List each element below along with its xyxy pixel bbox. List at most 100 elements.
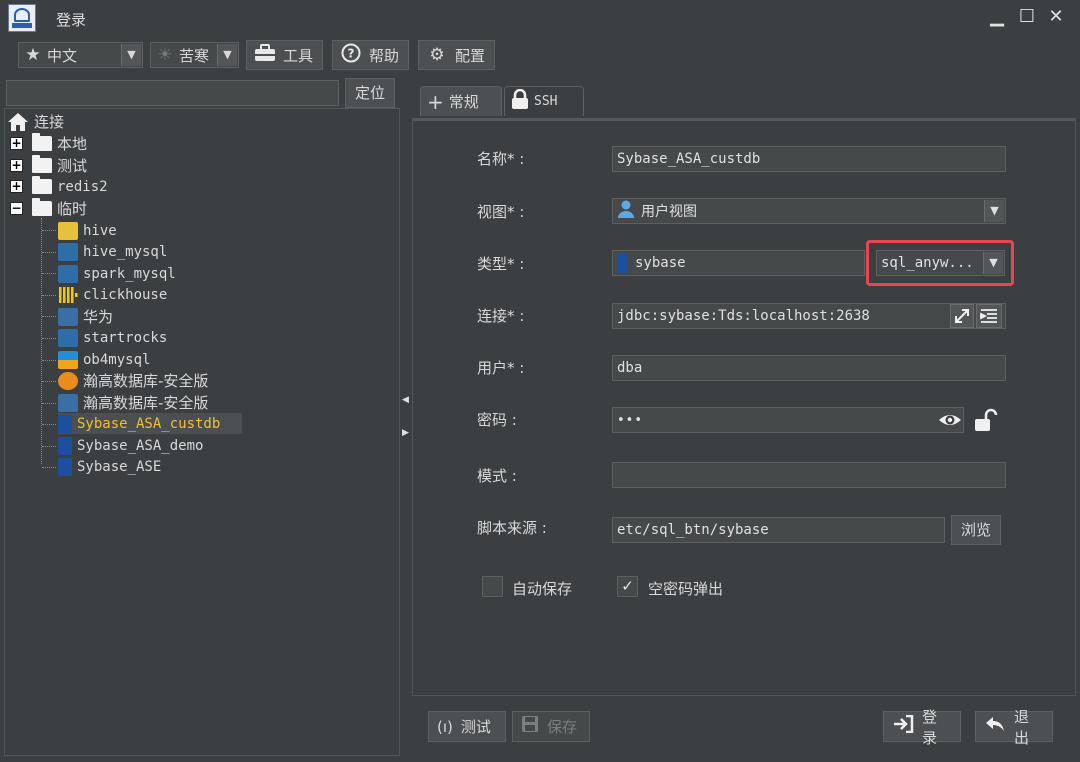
tree-connection[interactable]: startrocks [58, 327, 167, 348]
exit-label: 退出 [1014, 707, 1030, 747]
language-select[interactable]: ★ 中文 ▼ [18, 42, 143, 68]
autosave-checkbox[interactable] [482, 576, 503, 597]
tree-folder[interactable]: 本地 [32, 133, 87, 154]
tree-connection-label: hive_mysql [83, 243, 168, 260]
exit-button[interactable]: 退出 [975, 708, 1053, 747]
locate-button[interactable]: 定位 [345, 78, 395, 108]
tree-connection[interactable]: clickhouse [58, 284, 167, 305]
type-label: 类型* : [477, 255, 525, 273]
tab-ssh[interactable]: SSH [504, 86, 584, 116]
expand-right-icon[interactable]: ▶ [402, 428, 410, 438]
empty-password-prompt-checkbox[interactable]: ✓ [617, 576, 638, 597]
tree-connection-label: Sybase_ASE [77, 458, 162, 475]
unlock-icon[interactable] [974, 408, 1000, 436]
tree-folder[interactable]: 临时 [32, 198, 87, 219]
sybase-icon [617, 253, 627, 273]
help-icon: ? [339, 43, 363, 68]
type-field[interactable]: sybase [612, 250, 865, 276]
tab-ssh-label: SSH [534, 94, 558, 109]
svg-text:?: ? [348, 46, 355, 60]
tree-guide-line [42, 467, 56, 468]
tree-guide-line [42, 338, 56, 339]
tree-connection[interactable]: Sybase_ASE [58, 456, 161, 477]
eye-icon[interactable] [938, 410, 962, 434]
empty-password-prompt-label: 空密码弹出 [648, 580, 724, 598]
password-field[interactable]: ••• [612, 407, 964, 433]
tree-connection-selected[interactable]: Sybase_ASA_custdb [58, 413, 242, 434]
script-source-field[interactable]: etc/sql_btn/sybase [612, 517, 945, 543]
tree-guide-line [42, 446, 56, 447]
tree-connection-label: 华为 [83, 308, 114, 326]
chevron-down-icon[interactable]: ▼ [984, 200, 1004, 222]
schema-label: 模式 : [477, 467, 517, 485]
maximize-button[interactable]: ☐ [1014, 4, 1040, 30]
mysql-icon [58, 242, 78, 261]
schema-field[interactable] [612, 462, 1006, 488]
theme-select[interactable]: ☀ 苦寒 ▼ [150, 42, 239, 68]
login-label: 登录 [922, 707, 938, 747]
minimize-button[interactable]: ▁ [984, 4, 1010, 30]
help-button[interactable]: ? 帮助 [332, 40, 410, 70]
tree-connection[interactable]: Sybase_ASA_demo [58, 435, 203, 456]
tree-guide-line [41, 218, 42, 464]
tools-button[interactable]: 工具 [246, 40, 324, 70]
sybase-icon [58, 414, 72, 433]
view-select[interactable]: 用户视图 ▼ [612, 198, 1006, 224]
chevron-down-icon[interactable]: ▼ [121, 44, 141, 66]
expand-icon[interactable]: + [10, 180, 23, 193]
mysql-icon [58, 264, 78, 283]
chevron-down-icon[interactable]: ▼ [217, 44, 237, 66]
highgo-icon [58, 371, 78, 390]
tree-connection-label: Sybase_ASA_demo [77, 437, 204, 454]
theme-value: 苦寒 [179, 46, 210, 65]
sybase-icon [58, 457, 72, 476]
oceanbase-icon [58, 350, 78, 369]
expand-icon[interactable]: + [10, 137, 23, 150]
tree-connection[interactable]: spark_mysql [58, 263, 176, 284]
app-logo-icon [8, 4, 36, 32]
help-label: 帮助 [369, 46, 400, 65]
tree-connection[interactable]: hive_mysql [58, 241, 167, 262]
connection-url-field[interactable]: jdbc:sybase:Tds:localhost:2638 [612, 303, 1006, 329]
clickhouse-icon [58, 286, 78, 304]
tree-connection[interactable]: 瀚高数据库-安全版 [58, 370, 208, 391]
search-input[interactable] [6, 80, 339, 106]
tree-folder-label: redis2 [57, 178, 108, 195]
tree-connection[interactable]: 瀚高数据库-安全版 [58, 392, 208, 413]
collapse-icon[interactable]: − [10, 202, 23, 215]
tree-connection[interactable]: ob4mysql [58, 349, 150, 370]
tab-general[interactable]: + 常规 [420, 86, 502, 116]
close-button[interactable]: ✕ [1043, 4, 1069, 30]
tree-folder-label: 本地 [57, 135, 88, 153]
name-field[interactable]: Sybase_ASA_custdb [612, 146, 1006, 172]
tree-guide-line [42, 295, 56, 296]
login-button[interactable]: 登录 [883, 708, 961, 747]
title-bar: 登录 ▁ ☐ ✕ [0, 0, 1080, 36]
login-icon [892, 714, 914, 738]
test-button[interactable]: (ı) 测试 [428, 711, 506, 742]
browse-button[interactable]: 浏览 [951, 515, 1001, 545]
gear-icon: ⚙ [429, 45, 445, 65]
save-icon [521, 715, 539, 738]
save-button[interactable]: 保存 [512, 711, 590, 742]
config-button[interactable]: ⚙ 配置 [418, 40, 496, 70]
view-value: 用户视图 [641, 204, 697, 220]
tree-folder-label: 临时 [57, 200, 88, 218]
folder-icon [32, 155, 52, 173]
tree-root[interactable]: 连接 [7, 111, 64, 132]
user-field[interactable]: dba [612, 355, 1006, 381]
sun-icon: ☀ [157, 45, 173, 65]
back-arrow-icon [984, 715, 1006, 738]
sybase-icon [58, 436, 72, 455]
tree-guide-line [42, 273, 56, 274]
name-label: 名称* : [477, 150, 525, 168]
tree-folder[interactable]: redis2 [32, 176, 108, 197]
folder-icon [32, 176, 52, 194]
tree-folder[interactable]: 测试 [32, 155, 87, 176]
collapse-left-icon[interactable]: ◀ [402, 395, 410, 405]
tree-connection[interactable]: hive [58, 220, 117, 241]
list-edit-icon[interactable] [976, 304, 1002, 328]
tree-connection[interactable]: 华为 [58, 306, 113, 327]
expand-icon[interactable]: + [10, 159, 23, 172]
expand-icon[interactable] [950, 304, 974, 328]
